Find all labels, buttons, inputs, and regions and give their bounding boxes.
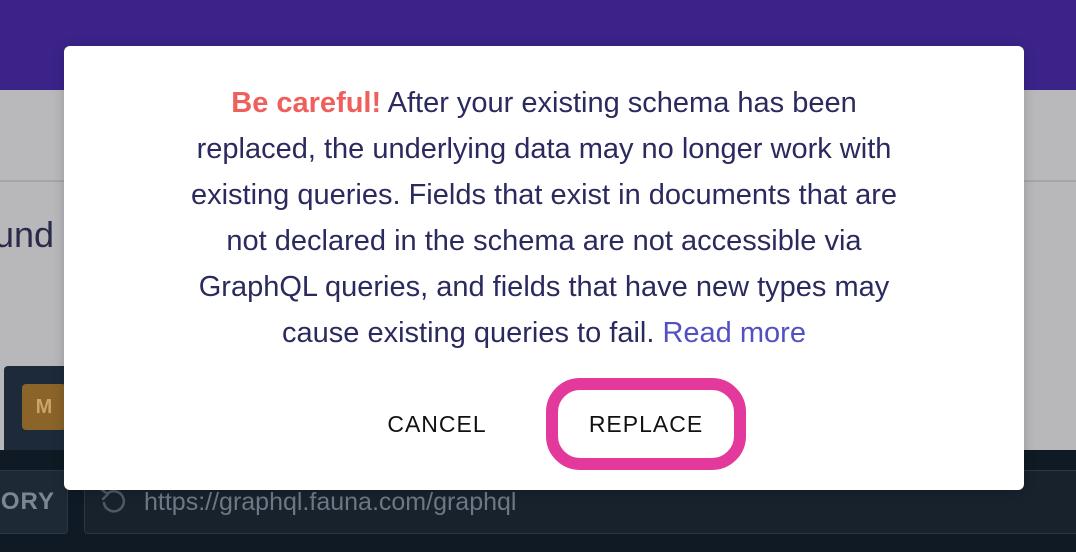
dialog-message: Be careful! After your existing schema h… [174, 80, 914, 356]
undo-icon[interactable] [98, 486, 128, 516]
replace-schema-dialog: Be careful! After your existing schema h… [64, 46, 1024, 490]
cancel-button[interactable]: CANCEL [364, 400, 510, 448]
page: und M ORY https://graphql.fauna.com/grap… [0, 0, 1076, 552]
history-button[interactable]: ORY [0, 470, 68, 534]
replace-button[interactable]: REPLACE [546, 378, 746, 470]
tab-badge: M [22, 384, 66, 430]
background-heading: und [0, 214, 55, 255]
read-more-link[interactable]: Read more [662, 317, 805, 349]
warning-label: Be careful! [231, 87, 382, 119]
warning-message: After your existing schema has been repl… [190, 87, 898, 349]
endpoint-url-text: https://graphql.fauna.com/graphql [144, 488, 517, 516]
